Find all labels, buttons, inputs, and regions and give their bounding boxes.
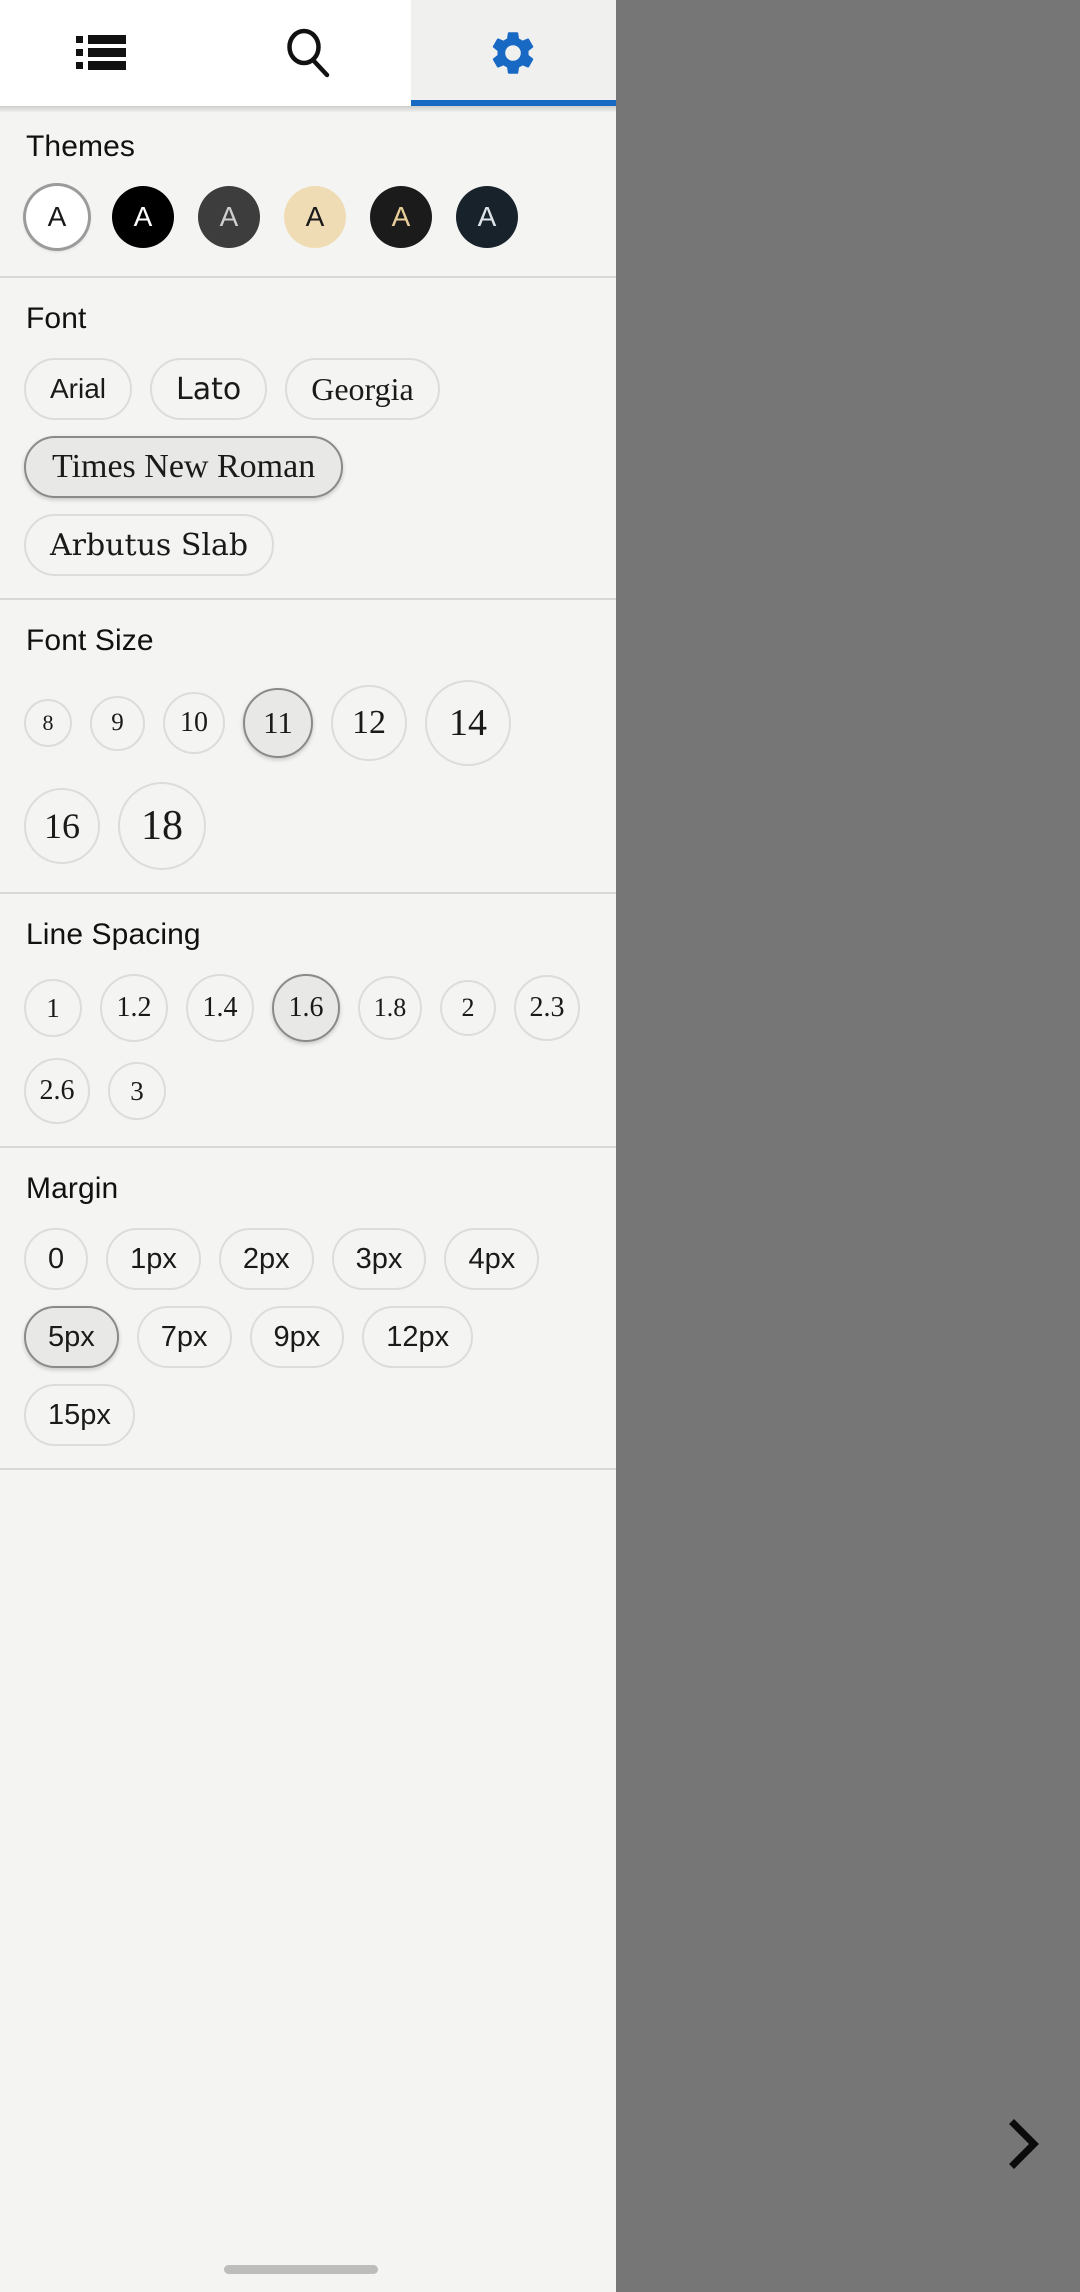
font-chip-georgia[interactable]: Georgia [285, 358, 440, 420]
theme-sepia[interactable]: A [284, 186, 346, 248]
tab-bar [0, 0, 617, 106]
list-icon [75, 32, 130, 74]
chevron-right-icon [1007, 2118, 1041, 2175]
margin-chip-row: 0 1px 2px 3px 4px 5px 7px 9px 12px 15px [0, 1228, 616, 1446]
section-font-size: Font Size 8 9 10 11 12 14 16 18 [0, 600, 616, 894]
theme-light[interactable]: A [26, 186, 88, 248]
section-themes: Themes A A A A A A [0, 106, 616, 278]
tab-search[interactable] [205, 0, 411, 106]
search-icon [282, 27, 334, 79]
theme-navy[interactable]: A [456, 186, 518, 248]
font-chip-arbutus-slab[interactable]: Arbutus Slab [24, 514, 275, 576]
theme-letter: A [219, 201, 239, 232]
theme-dark-sepia[interactable]: A [370, 186, 432, 248]
theme-letter: A [133, 201, 153, 232]
line-spacing-chip-row: 1 1.2 1.4 1.6 1.8 2 2.3 2.6 3 [0, 974, 616, 1124]
section-title-font-size: Font Size [26, 624, 154, 657]
screen-root: Themes A A A A A A Font Arial Lato Georgia Times… [0, 0, 1080, 2292]
font-size-chip-11[interactable]: 11 [243, 688, 313, 758]
theme-letter: A [47, 201, 67, 232]
margin-chip-1px[interactable]: 1px [106, 1228, 201, 1290]
line-spacing-chip-1-8[interactable]: 1.8 [358, 976, 422, 1040]
margin-chip-15px[interactable]: 15px [24, 1384, 135, 1446]
font-size-chip-8[interactable]: 8 [24, 699, 72, 747]
section-font: Font Arial Lato Georgia Times New Roman Arbu… [0, 278, 616, 600]
next-page-chevron[interactable] [996, 2118, 1052, 2174]
section-margin: Margin 0 1px 2px 3px 4px 5px 7px 9px 12px 15px [0, 1148, 616, 1470]
margin-chip-5px[interactable]: 5px [24, 1306, 119, 1368]
section-title-font: Font [26, 302, 87, 335]
section-title-margin: Margin [26, 1172, 119, 1205]
horizontal-scrollbar[interactable] [224, 2265, 378, 2274]
theme-black[interactable]: A [112, 186, 174, 248]
tab-settings[interactable] [410, 0, 617, 106]
line-spacing-chip-3[interactable]: 3 [108, 1062, 166, 1120]
font-size-chip-16[interactable]: 16 [24, 788, 100, 864]
line-spacing-chip-2-6[interactable]: 2.6 [24, 1058, 90, 1124]
font-chip-lato[interactable]: Lato [150, 358, 268, 420]
line-spacing-chip-1-6[interactable]: 1.6 [272, 974, 340, 1042]
theme-letter: A [391, 201, 411, 232]
font-size-chip-18[interactable]: 18 [118, 782, 206, 870]
section-line-spacing: Line Spacing 1 1.2 1.4 1.6 1.8 2 2.3 2.6 3 [0, 894, 616, 1148]
tab-contents[interactable] [0, 0, 206, 106]
margin-chip-3px[interactable]: 3px [331, 1228, 427, 1290]
line-spacing-chip-1[interactable]: 1 [24, 979, 82, 1037]
gear-icon [487, 27, 539, 79]
theme-dark-gray[interactable]: A [198, 186, 260, 248]
font-chip-times-new-roman[interactable]: Times New Roman [24, 436, 344, 498]
margin-chip-4px[interactable]: 4px [444, 1228, 540, 1290]
font-size-chip-10[interactable]: 10 [163, 692, 225, 754]
font-size-chip-12[interactable]: 12 [331, 685, 407, 761]
section-title-themes: Themes [26, 130, 135, 163]
margin-chip-12px[interactable]: 12px [362, 1306, 474, 1368]
margin-chip-0[interactable]: 0 [24, 1228, 89, 1290]
margin-chip-7px[interactable]: 7px [136, 1306, 232, 1368]
theme-letter: A [477, 201, 497, 232]
margin-chip-9px[interactable]: 9px [249, 1306, 345, 1368]
font-chip-arial[interactable]: Arial [24, 358, 133, 420]
font-chip-row: Arial Lato Georgia Times New Roman Arbutus S… [0, 358, 616, 576]
line-spacing-chip-1-2[interactable]: 1.2 [100, 974, 168, 1042]
settings-scroll-body[interactable]: Themes A A A A A A Font Arial Lato Georgia Times… [0, 106, 616, 2292]
line-spacing-chip-2[interactable]: 2 [440, 980, 496, 1036]
settings-drawer: Themes A A A A A A Font Arial Lato Georgia Times… [0, 0, 617, 2292]
line-spacing-chip-1-4[interactable]: 1.4 [186, 974, 254, 1042]
margin-chip-2px[interactable]: 2px [218, 1228, 314, 1290]
theme-swatch-row: AAAAAA [0, 186, 616, 248]
line-spacing-chip-2-3[interactable]: 2.3 [514, 975, 580, 1041]
section-title-line-spacing: Line Spacing [26, 918, 201, 951]
font-size-chip-row: 8 9 10 11 12 14 16 18 [0, 680, 616, 870]
theme-letter: A [305, 201, 325, 232]
font-size-chip-9[interactable]: 9 [90, 695, 145, 751]
font-size-chip-14[interactable]: 14 [425, 680, 511, 766]
